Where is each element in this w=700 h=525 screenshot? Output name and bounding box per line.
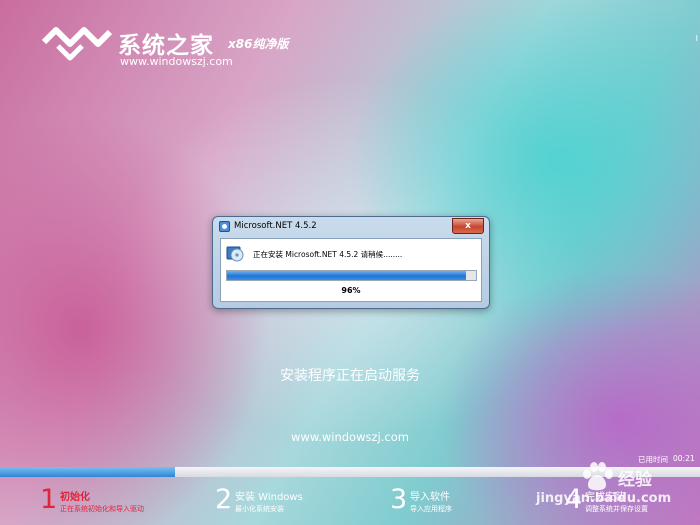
setup-disc-icon: [226, 246, 244, 262]
baidu-paw-icon: [583, 462, 613, 491]
close-icon: x: [465, 221, 471, 231]
step-title: 安装 Windows: [235, 492, 303, 503]
corner-mark: I: [695, 34, 698, 43]
close-button[interactable]: x: [452, 218, 484, 234]
install-message: 正在安装 Microsoft.NET 4.5.2 请稍候........: [253, 250, 403, 259]
installer-icon: [219, 221, 230, 232]
status-text: 安装程序正在启动服务: [280, 368, 420, 384]
install-progress-percent: 96%: [341, 286, 361, 295]
dialog-title: Microsoft.NET 4.5.2: [234, 221, 317, 231]
step-description: 导入应用程序: [410, 505, 452, 513]
install-dialog: Microsoft.NET 4.5.2 x 正在安装 Microsoft.NET…: [212, 216, 490, 309]
step-title: 初始化: [60, 492, 90, 503]
step-description: 最小化系统安装: [235, 505, 284, 513]
dialog-titlebar[interactable]: Microsoft.NET 4.5.2 x: [213, 217, 489, 238]
step-title: 导入软件: [410, 492, 450, 503]
overall-progress-fill: [0, 467, 175, 477]
install-progress-fill: [227, 271, 467, 280]
step-description: 正在系统初始化和导入驱动: [60, 505, 144, 513]
baidu-watermark: 经验 jingyan.baidu.com: [520, 458, 698, 524]
brand-url: www.windowszj.com: [120, 55, 233, 68]
windowszj-logo-icon: [41, 27, 112, 61]
site-url: www.windowszj.com: [291, 430, 409, 444]
watermark-text: 经验: [618, 470, 652, 490]
step-number: 3: [390, 484, 408, 515]
install-progress-bar: [226, 270, 477, 281]
dialog-body: 正在安装 Microsoft.NET 4.5.2 请稍候........ 96%: [220, 238, 482, 302]
brand-edition: x86纯净版: [228, 37, 289, 51]
step-number: 1: [40, 484, 58, 515]
watermark-url: jingyan.baidu.com: [536, 491, 672, 506]
step-number: 2: [215, 484, 233, 515]
brand-logo: 系统之家 x86纯净版 www.windowszj.com: [40, 22, 288, 74]
